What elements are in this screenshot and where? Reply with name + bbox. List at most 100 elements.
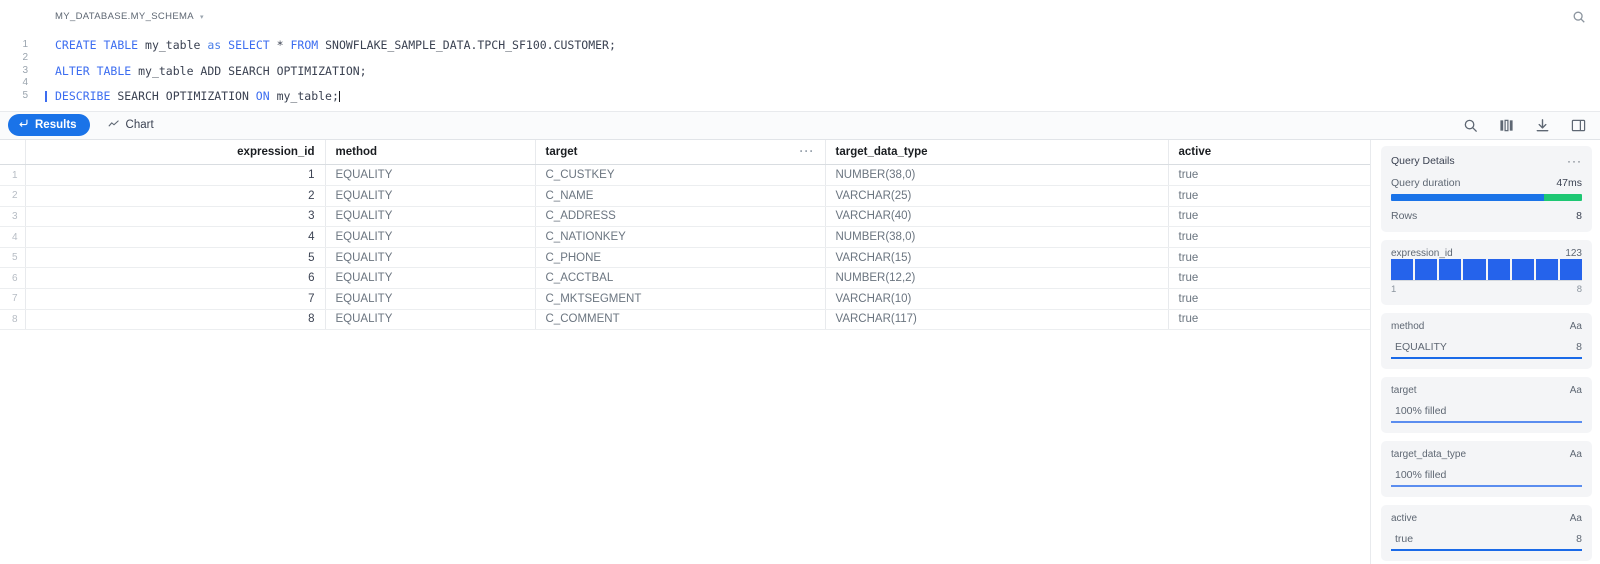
cell-target[interactable]: C_COMMENT: [535, 309, 826, 331]
column-stat-value: 100% filled: [1395, 468, 1447, 481]
cell-expression_id[interactable]: 2: [25, 185, 326, 207]
column-header-active[interactable]: active: [1168, 139, 1370, 166]
table-row[interactable]: 2 2 EQUALITY C_NAME VARCHAR(25) true: [0, 185, 1370, 207]
download-icon[interactable]: [1535, 118, 1550, 133]
cell-active[interactable]: true: [1168, 206, 1370, 228]
cell-expression_id[interactable]: 7: [25, 288, 326, 310]
cell-target_data_type[interactable]: VARCHAR(117): [825, 309, 1169, 331]
cell-target[interactable]: C_ACCTBAL: [535, 267, 826, 290]
table-row[interactable]: 5 5 EQUALITY C_PHONE VARCHAR(15) true: [0, 247, 1370, 269]
cell-expression_id[interactable]: 4: [25, 226, 326, 248]
sql-token: my_table;: [269, 89, 339, 104]
column-stat-card-expression_id: expression_id 123 1 8: [1381, 239, 1592, 305]
query-details-menu-icon[interactable]: ···: [1567, 154, 1582, 168]
column-overflow-menu-icon[interactable]: ···: [800, 145, 815, 157]
cell-active[interactable]: true: [1168, 309, 1370, 331]
cell-target[interactable]: C_PHONE: [535, 247, 826, 269]
cell-target_data_type[interactable]: VARCHAR(15): [825, 247, 1169, 269]
cell-method[interactable]: EQUALITY: [325, 185, 536, 207]
histogram-min-label: 1: [1391, 283, 1397, 295]
column-header-target[interactable]: target ···: [535, 139, 826, 166]
table-row[interactable]: 7 7 EQUALITY C_MKTSEGMENT VARCHAR(10) true: [0, 288, 1370, 310]
column-stat-fill-bar: [1391, 484, 1582, 487]
editor-cursor-marker: [45, 91, 47, 103]
cell-target_data_type[interactable]: VARCHAR(25): [825, 185, 1169, 207]
column-type-badge: Aa: [1569, 384, 1582, 396]
breadcrumb[interactable]: MY_DATABASE.MY_SCHEMA: [55, 11, 194, 22]
cell-expression_id[interactable]: 6: [25, 267, 326, 290]
table-row[interactable]: 6 6 EQUALITY C_ACCTBAL NUMBER(12,2) true: [0, 267, 1370, 290]
table-row[interactable]: 3 3 EQUALITY C_ADDRESS VARCHAR(40) true: [0, 206, 1370, 228]
sql-token: SNOWFLAKE_SAMPLE_DATA.TPCH_SF100.CUSTOME…: [318, 38, 616, 52]
table-header-row: expression_id method target ··· target_d…: [0, 139, 1370, 166]
cell-active[interactable]: true: [1168, 226, 1370, 248]
column-stat-name: target_data_type: [1391, 448, 1467, 460]
cell-method[interactable]: EQUALITY: [325, 288, 536, 310]
table-row[interactable]: 4 4 EQUALITY C_NATIONKEY NUMBER(38,0) true: [0, 226, 1370, 248]
row-number-cell: 2: [0, 185, 26, 207]
line-number: 2: [22, 51, 28, 63]
column-stat-value: true: [1395, 532, 1414, 545]
histogram-bar: [1511, 258, 1534, 280]
line-number: 3: [22, 64, 28, 76]
cell-method[interactable]: EQUALITY: [325, 247, 536, 269]
editor-line-code[interactable]: ALTER TABLE my_table ADD SEARCH OPTIMIZA…: [38, 64, 367, 78]
chevron-down-icon[interactable]: ▾: [200, 13, 204, 21]
cell-target[interactable]: C_CUSTKEY: [535, 164, 826, 187]
column-stat-name: active: [1391, 512, 1418, 524]
column-header-expression_id[interactable]: expression_id: [25, 139, 326, 166]
cell-expression_id[interactable]: 5: [25, 247, 326, 269]
cell-target_data_type[interactable]: NUMBER(38,0): [825, 164, 1169, 187]
table-body: 1 1 EQUALITY C_CUSTKEY NUMBER(38,0) true 2 2 EQU…: [0, 164, 1370, 331]
tab-chart[interactable]: Chart: [108, 118, 154, 133]
column-stat-fill-bar: [1391, 420, 1582, 423]
cell-target_data_type[interactable]: VARCHAR(10): [825, 288, 1169, 310]
cell-active[interactable]: true: [1168, 185, 1370, 207]
search-icon[interactable]: [1463, 118, 1478, 133]
results-toolbar: [1463, 118, 1586, 133]
cell-active[interactable]: true: [1168, 267, 1370, 290]
editor-line-code[interactable]: DESCRIBE SEARCH OPTIMIZATION ON my_table…: [38, 90, 340, 103]
cell-method[interactable]: EQUALITY: [325, 206, 536, 228]
cell-method[interactable]: EQUALITY: [325, 267, 536, 290]
column-stat-header: target Aa: [1391, 385, 1582, 396]
results-table-container[interactable]: expression_id method target ··· target_d…: [0, 139, 1370, 564]
histogram-bar: [1463, 258, 1486, 280]
cell-target_data_type[interactable]: VARCHAR(40): [825, 206, 1169, 228]
column-type-badge: Aa: [1569, 512, 1582, 524]
cell-target[interactable]: C_NATIONKEY: [535, 226, 826, 248]
cell-method[interactable]: EQUALITY: [325, 164, 536, 187]
column-stat-fill-bar: [1391, 548, 1582, 551]
cell-expression_id[interactable]: 1: [25, 164, 326, 187]
sql-token: my_table: [138, 38, 208, 52]
query-duration-bar: [1391, 193, 1582, 201]
cell-target[interactable]: C_NAME: [535, 185, 826, 207]
cell-target[interactable]: C_ADDRESS: [535, 206, 826, 228]
search-icon[interactable]: [1572, 10, 1586, 24]
results-table: expression_id method target ··· target_d…: [0, 139, 1370, 331]
cell-target_data_type[interactable]: NUMBER(12,2): [825, 267, 1169, 290]
cell-expression_id[interactable]: 8: [25, 309, 326, 331]
column-stat-header: active Aa: [1391, 513, 1582, 524]
cell-active[interactable]: true: [1168, 288, 1370, 310]
cell-expression_id[interactable]: 3: [25, 206, 326, 228]
column-header-method[interactable]: method: [325, 139, 536, 166]
editor-line-code[interactable]: CREATE TABLE my_table as SELECT * FROM S…: [38, 39, 616, 52]
toggle-panel-icon[interactable]: [1571, 118, 1586, 133]
cell-target_data_type[interactable]: NUMBER(38,0): [825, 226, 1169, 248]
cell-active[interactable]: true: [1168, 247, 1370, 269]
sql-editor[interactable]: 1 CREATE TABLE my_table as SELECT * FROM …: [0, 33, 1600, 111]
table-row[interactable]: 1 1 EQUALITY C_CUSTKEY NUMBER(38,0) true: [0, 164, 1370, 187]
cell-target[interactable]: C_MKTSEGMENT: [535, 288, 826, 310]
cell-method[interactable]: EQUALITY: [325, 309, 536, 331]
column-stat-card-active: active Aa true 8: [1381, 504, 1592, 561]
table-row[interactable]: 8 8 EQUALITY C_COMMENT VARCHAR(117) true: [0, 309, 1370, 331]
tab-results[interactable]: Results: [8, 114, 90, 137]
cell-method[interactable]: EQUALITY: [325, 226, 536, 248]
cell-active[interactable]: true: [1168, 164, 1370, 187]
main-area: expression_id method target ··· target_d…: [0, 139, 1600, 564]
table-header: expression_id method target ··· target_d…: [0, 139, 1370, 166]
column-header-target_data_type[interactable]: target_data_type: [825, 139, 1169, 166]
columns-icon[interactable]: [1499, 118, 1514, 133]
